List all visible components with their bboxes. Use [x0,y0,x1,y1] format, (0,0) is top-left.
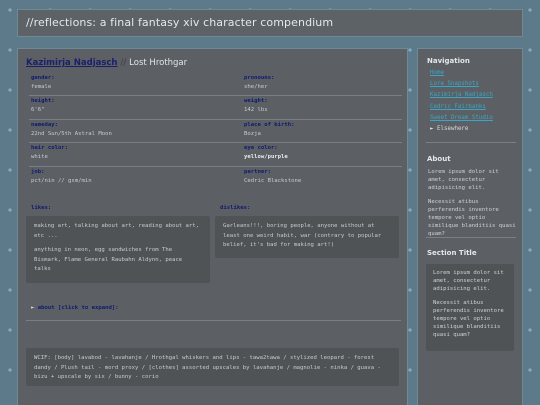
sidebar-nav-title: Navigation [427,57,470,65]
info-value: Bozja [244,130,261,137]
nav-link-home[interactable]: Home [430,70,493,81]
main-panel: Kazimirja Nadjasch // Lost Hrothgar gend… [17,48,408,405]
likes-text: making art, talking about art, reading a… [34,223,200,239]
info-value: she/her [244,84,268,90]
info-row: gender: female pronouns: she/her [29,73,402,97]
info-label: job: [31,168,45,175]
likes-box: making art, talking about art, reading a… [26,216,210,283]
info-row: job: pct/nin // gsm/min partner: Cedric … [29,167,402,189]
divider [26,320,401,321]
info-label: pronouns: [244,75,275,81]
info-value: 142 lbs [244,107,268,114]
sidebar-about-text: Lorem ipsum dolor sit amet, consectetur … [428,169,516,245]
section-paragraph: Necessit atibus perferendis inventore te… [433,300,504,338]
nav-link-cedric-fairbanks[interactable]: Cedric Fairbanks [430,104,493,115]
info-label: partner: [244,168,271,175]
info-value: female [31,84,52,90]
dislikes-box: Garleans!!!, boring people, anyone witho… [215,216,399,258]
info-label: hair color: [31,145,69,152]
sidebar-nav: Home Lore Snapshots Kazimirja Nadjasch C… [430,70,493,137]
sidebar-section-title: Section Title [427,249,477,257]
info-row: nameday: 22nd Sun/5th Astral Moon place … [29,120,402,144]
site-title: //reflections: a final fantasy xiv chara… [26,16,334,29]
info-label: eye color: [244,145,278,152]
heading-separator: // [120,58,127,68]
divider [426,142,516,143]
info-value: pct/nin // gsm/min [31,177,92,184]
sidebar-about-title: About [427,155,451,163]
sidebar: Navigation Home Lore Snapshots Kazimirja… [417,48,523,405]
info-cell-partner: partner: Cedric Blackstone [244,169,301,184]
info-value: 22nd Sun/5th Astral Moon [31,130,112,137]
info-cell-hair-color: hair color: white [31,145,68,160]
likes-text: anything in neon, egg sandwiches from Th… [34,247,183,272]
nav-link-lore-snapshots[interactable]: Lore Snapshots [430,81,493,92]
info-cell-eye-color: eye color: yellow/purple [244,145,288,160]
triangle-right-icon: ► [430,125,434,132]
triangle-right-icon: ► [31,305,35,311]
wcif-text: WCIF: [body] lavabod - lavahanje / Hroth… [34,355,381,380]
wcif-box: WCIF: [body] lavabod - lavahanje / Hroth… [26,348,399,386]
info-label: height: [31,98,55,105]
info-row: hair color: white eye color: yellow/purp… [29,143,402,167]
nav-elsewhere-toggle[interactable]: ► Elsewhere [430,126,493,137]
info-cell-nameday: nameday: 22nd Sun/5th Astral Moon [31,122,112,137]
info-cell-place-of-birth: place of birth: Bozja [244,122,295,137]
nav-link-kazimirja-nadjasch[interactable]: Kazimirja Nadjasch [430,92,493,103]
info-label: nameday: [31,121,58,128]
info-cell-pronouns: pronouns: she/her [244,75,274,90]
character-heading: Kazimirja Nadjasch // Lost Hrothgar [26,58,187,68]
about-expand-toggle[interactable]: ► about [click to expand]: [31,305,119,311]
character-info-table: gender: female pronouns: she/her height:… [29,73,402,189]
info-cell-job: job: pct/nin // gsm/min [31,169,92,184]
info-value: Cedric Blackstone [244,177,302,184]
character-subtitle: Lost Hrothgar [129,58,188,68]
about-paragraph: Lorem ipsum dolor sit amet, consectetur … [428,169,499,191]
info-label: weight: [244,98,268,105]
nav-link-sweet-dream-studio[interactable]: Sweet Dream Studio [430,115,493,126]
about-paragraph: Necessit atibus perferendis inventore te… [428,199,516,237]
info-value: 6'6" [31,107,45,114]
info-cell-height: height: 6'6" [31,98,55,113]
elsewhere-label: Elsewhere [437,125,469,132]
info-value: yellow/purple [244,154,288,161]
sidebar-section-box: Lorem ipsum dolor sit amet, consectetur … [426,264,514,351]
about-toggle-label: about [click to expand]: [37,305,119,311]
likes-label: likes: [31,205,52,211]
character-name-link[interactable]: Kazimirja Nadjasch [26,58,118,68]
info-row: height: 6'6" weight: 142 lbs [29,96,402,120]
section-paragraph: Lorem ipsum dolor sit amet, consectetur … [433,270,504,292]
info-label: gender: [31,75,55,81]
divider [426,237,516,238]
info-label: place of birth: [244,121,295,128]
site-header: //reflections: a final fantasy xiv chara… [17,9,523,37]
dislikes-label: dislikes: [220,205,251,211]
info-cell-weight: weight: 142 lbs [244,98,268,113]
info-cell-gender: gender: female [31,75,55,90]
info-value: white [31,154,48,161]
dislikes-text: Garleans!!!, boring people, anyone witho… [223,223,382,248]
